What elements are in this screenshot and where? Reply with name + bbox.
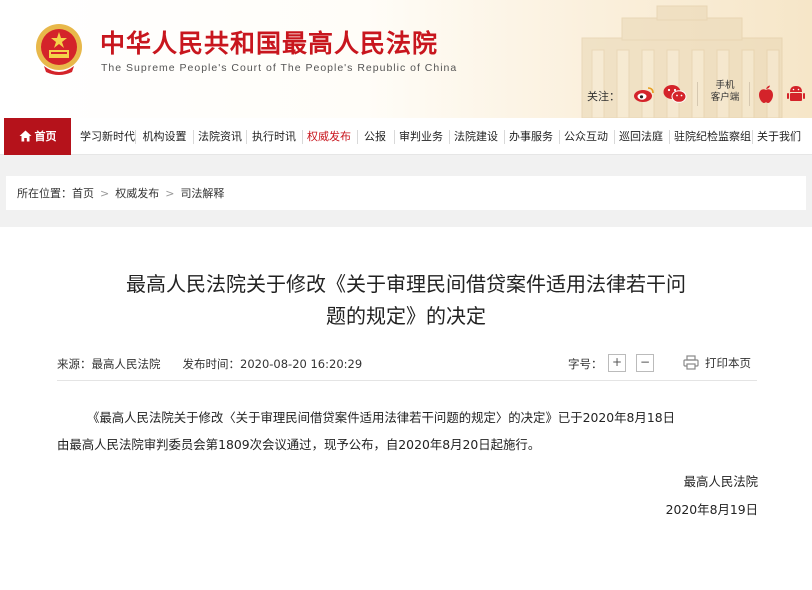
article-title-line1: 最高人民法院关于修改《关于审理民间借贷案件适用法律若干问 — [126, 272, 686, 296]
print-button[interactable]: 打印本页 — [683, 355, 751, 371]
nav-label: 首页 — [34, 130, 57, 143]
nav-item-court-building[interactable]: 法院建设 — [454, 118, 498, 155]
nav-item-services[interactable]: 办事服务 — [509, 118, 553, 155]
nav-item-about-us[interactable]: 关于我们 — [757, 118, 801, 155]
nav-item-home[interactable]: 首页 — [4, 118, 71, 155]
print-label: 打印本页 — [705, 356, 751, 370]
wechat-icon[interactable] — [663, 82, 687, 106]
font-increase-button[interactable]: + — [608, 354, 626, 372]
android-icon[interactable] — [784, 82, 808, 106]
nav-separator — [669, 130, 670, 144]
mobile-label-line2: 客户端 — [710, 92, 740, 103]
source-label: 来源： — [57, 357, 92, 371]
article-date: 2020年8月19日 — [665, 502, 758, 517]
nav-item-releases[interactable]: 权威发布 — [307, 118, 351, 155]
site-subtitle: The Supreme People's Court of The People… — [101, 62, 458, 74]
nav-separator — [302, 130, 303, 144]
nav-item-trial-business[interactable]: 审判业务 — [399, 118, 443, 155]
breadcrumb-item-judicial-interpretation[interactable]: 司法解释 — [180, 187, 224, 200]
breadcrumb-separator: > — [165, 187, 175, 200]
body-line1: 《最高人民法院关于修改〈关于审理民间借贷案件适用法律若干问题的规定〉的决定》已于… — [87, 410, 675, 425]
nav-separator — [135, 130, 136, 144]
printer-icon — [683, 355, 699, 370]
nav-item-discipline-group[interactable]: 驻院纪检监察组 — [674, 118, 751, 155]
nav-item-court-news[interactable]: 法院资讯 — [198, 118, 242, 155]
mobile-label-line1: 手机 — [715, 80, 735, 91]
nav-item-public-interaction[interactable]: 公众互动 — [564, 118, 608, 155]
follow-label: 关注： — [587, 90, 620, 103]
nav-separator — [394, 130, 395, 144]
nav-separator — [449, 130, 450, 144]
mobile-client-link[interactable]: 手机 客户端 — [707, 80, 743, 104]
article-body: 《最高人民法院关于修改〈关于审理民间借贷案件适用法律若干问题的规定〉的决定》已于… — [57, 404, 763, 458]
nav-separator — [614, 130, 615, 144]
font-size-label: 字号： — [568, 357, 603, 371]
national-emblem-icon[interactable] — [34, 22, 84, 76]
apple-icon[interactable] — [754, 82, 778, 106]
main-navigation: 首页 学习新时代 机构设置 法院资讯 执行时讯 权威发布 公报 审判业务 法院建… — [0, 118, 812, 155]
nav-item-study[interactable]: 学习新时代 — [80, 118, 135, 155]
header-divider — [749, 82, 750, 106]
nav-separator — [504, 130, 505, 144]
meta-divider — [57, 380, 757, 381]
body-line2: 由最高人民法院审判委员会第1809次会议通过，现予公布，自2020年8月20日起… — [57, 437, 541, 452]
breadcrumb-item-releases[interactable]: 权威发布 — [115, 187, 159, 200]
nav-separator — [193, 130, 194, 144]
site-header: 中华人民共和国最高人民法院 The Supreme People's Court… — [0, 0, 812, 118]
site-title[interactable]: 中华人民共和国最高人民法院 — [100, 24, 438, 60]
nav-item-gazette[interactable]: 公报 — [362, 118, 388, 155]
article-title-line2: 题的规定》的决定 — [326, 304, 486, 328]
header-divider — [697, 82, 698, 106]
breadcrumb-item-home[interactable]: 首页 — [72, 187, 94, 200]
nav-separator — [559, 130, 560, 144]
nav-separator — [752, 130, 753, 144]
article-meta: 来源：最高人民法院 发布时间：2020-08-20 16:20:29 — [57, 356, 362, 372]
nav-item-circuit-courts[interactable]: 巡回法庭 — [619, 118, 663, 155]
nav-item-organization[interactable]: 机构设置 — [142, 118, 187, 155]
breadcrumb-separator: > — [100, 187, 110, 200]
home-icon — [19, 130, 31, 142]
nav-separator — [357, 130, 358, 144]
breadcrumb: 所在位置：首页 > 权威发布 > 司法解释 — [17, 185, 224, 201]
nav-separator — [246, 130, 247, 144]
weibo-icon[interactable] — [632, 82, 656, 106]
article-title: 最高人民法院关于修改《关于审理民间借贷案件适用法律若干问 题的规定》的决定 — [60, 268, 752, 332]
nav-item-execution-news[interactable]: 执行时讯 — [252, 118, 296, 155]
time-value: 2020-08-20 16:20:29 — [240, 357, 363, 371]
breadcrumb-band-bottom — [0, 210, 812, 227]
time-label: 发布时间： — [182, 357, 241, 371]
article-signature: 最高人民法院 — [683, 474, 758, 489]
font-decrease-button[interactable]: − — [636, 354, 654, 372]
breadcrumb-prefix: 所在位置： — [17, 187, 72, 200]
source-value: 最高人民法院 — [91, 357, 161, 371]
